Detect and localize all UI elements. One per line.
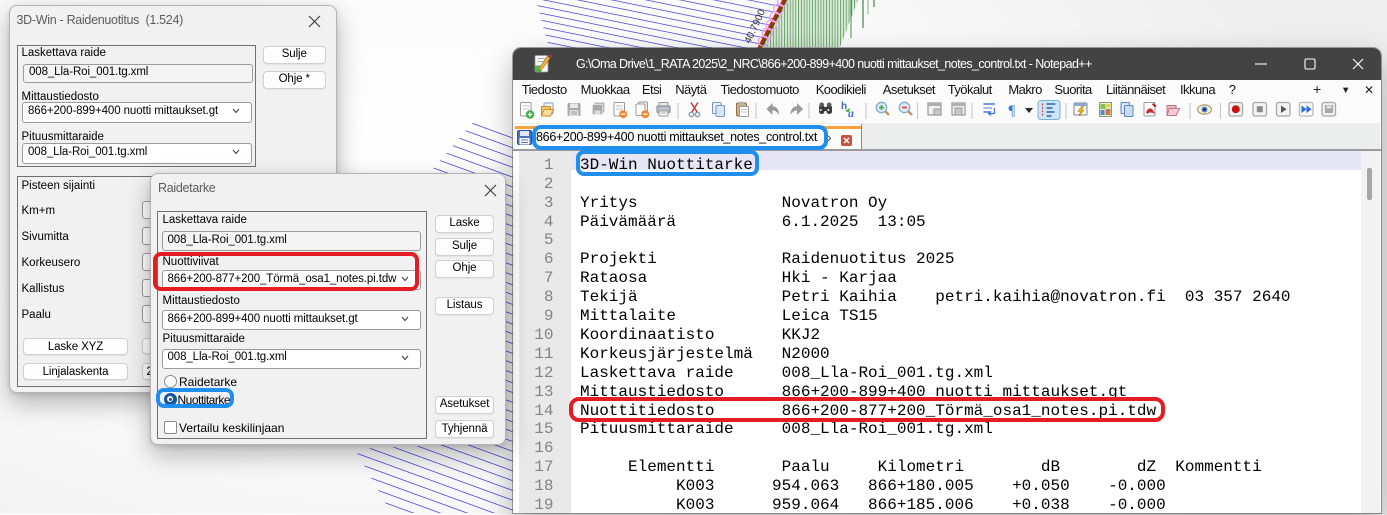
- svg-text:a: a: [848, 106, 854, 120]
- svg-text:¶: ¶: [1009, 103, 1016, 119]
